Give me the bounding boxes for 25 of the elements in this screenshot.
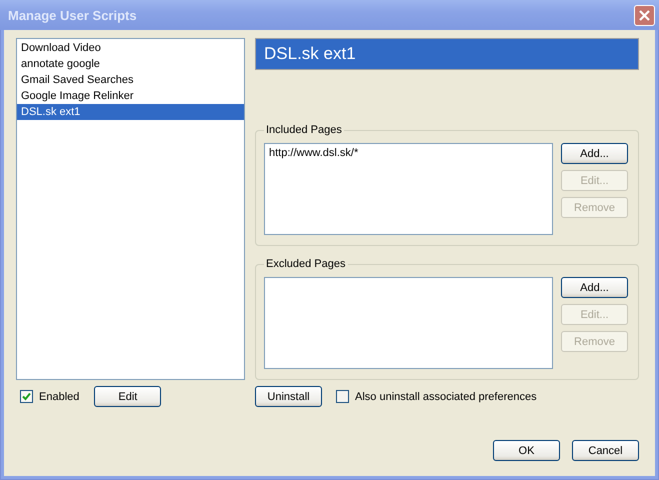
- pages-list[interactable]: [264, 277, 553, 369]
- script-item[interactable]: annotate google: [17, 56, 244, 72]
- script-title: DSL.sk ext1: [255, 38, 639, 70]
- edit-button[interactable]: Edit: [94, 386, 162, 407]
- script-list[interactable]: Download Video annotate google Gmail Saved Searches Google Image Relinker DSL.sk ext1: [16, 38, 245, 380]
- close-icon: [639, 10, 650, 20]
- enabled-label: Enabled: [39, 390, 80, 402]
- window-title: Manage User Scripts: [8, 8, 137, 22]
- enabled-checkbox[interactable]: [20, 390, 33, 403]
- script-item[interactable]: DSL.sk ext1: [17, 104, 244, 120]
- close-button[interactable]: [634, 4, 655, 26]
- dialog-button[interactable]: Cancel: [572, 440, 639, 461]
- script-item[interactable]: Download Video: [17, 40, 244, 56]
- group-label: Included Pages: [265, 124, 343, 137]
- group-label: Excluded Pages: [265, 258, 346, 271]
- script-item[interactable]: Gmail Saved Searches: [17, 72, 244, 88]
- uninstall-button[interactable]: Uninstall: [255, 386, 322, 407]
- pages-list[interactable]: http://www.dsl.sk/*: [264, 143, 553, 235]
- dialog-button[interactable]: OK: [493, 440, 560, 461]
- page-button[interactable]: Add...: [561, 277, 628, 298]
- page-button[interactable]: Add...: [561, 143, 628, 164]
- script-item[interactable]: Google Image Relinker: [17, 88, 244, 104]
- preferences-label: Also uninstall associated preferences: [355, 390, 537, 402]
- page-pattern[interactable]: http://www.dsl.sk/*: [269, 147, 548, 159]
- preferences-checkbox[interactable]: [336, 390, 349, 403]
